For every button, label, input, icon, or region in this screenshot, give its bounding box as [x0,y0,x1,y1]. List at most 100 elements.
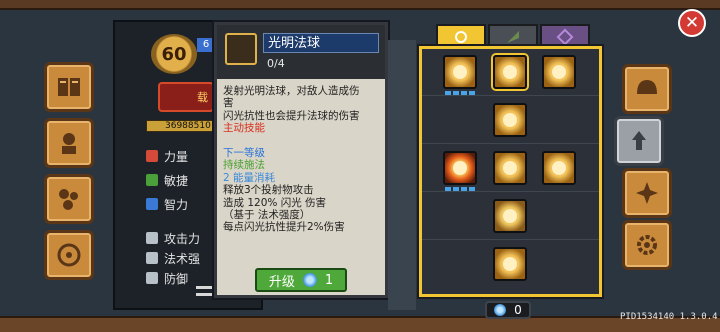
description-line: 害 [223,97,234,110]
title-banner-text: 载 [197,91,208,104]
cog-glyph [637,235,657,255]
sword-icon [146,232,158,244]
skill-tree [419,46,602,297]
close-button[interactable]: ✕ [678,9,706,37]
tab-nature[interactable] [488,24,538,48]
stat-intelligence[interactable]: 智力 [146,194,214,214]
stat-label: 防御 [164,271,189,286]
description-line: 发射光明法球，对敌人造成伤 [223,85,360,97]
book-icon[interactable] [44,62,94,112]
character-icon[interactable] [44,118,94,168]
sunburst-icon [503,113,517,127]
wheel-icon[interactable] [44,230,94,280]
tab-shadow[interactable] [540,24,590,48]
shield-icon [146,272,158,284]
skill-node-holy-shield[interactable] [542,151,576,185]
radiance-icon [503,161,517,175]
tree-row [422,97,599,144]
exp-bar: 36988510 [146,120,214,132]
description-line: 闪光抗性也会提升法球的伤害 [223,109,360,122]
stat-label: 法术强 [164,251,201,266]
gem-counter: 0 [485,301,531,319]
vortex-icon [503,257,517,271]
light-orb-icon [503,65,517,79]
fist-icon [146,150,158,162]
gear-cluster-icon[interactable] [44,174,94,224]
description-line: 主动技能 [223,122,265,135]
emblem-icon[interactable] [622,168,672,218]
stat-label: 力量 [164,149,189,164]
arrows-glyph [632,131,646,150]
wheel-glyph [57,243,81,267]
upgrade-button[interactable]: 升级 1 [255,268,347,292]
stat-agility[interactable]: 敏捷 [146,170,214,190]
drawer-handle-icon[interactable] [196,286,214,296]
panel-divider [388,40,416,310]
exp-value: 36988510 [165,121,211,131]
gem-icon [302,273,317,287]
helmet-glyph [637,80,657,94]
skill-pips [445,91,475,95]
stat-label: 攻击力 [164,231,201,246]
gear-cluster-glyph [59,189,78,210]
title-banner: 载 [158,82,214,112]
skill-tooltip: 光明法球 0/4 发射光明法球，对敌人造成伤害闪光抗性也会提升法球的伤害 主动技能… [214,22,388,298]
skill-node-radiance[interactable] [493,151,527,185]
light-orb-skill-icon [225,33,257,65]
wand-icon [146,252,158,264]
stat-label: 智力 [164,197,189,212]
tree-row [422,145,599,192]
character-glyph [62,133,76,154]
description-line: 下一等级 [223,147,265,160]
bottom-frame [0,316,720,332]
gem-count: 0 [514,303,522,317]
burst-icon [453,65,467,79]
description-line: 释放3个投射物攻击 [223,184,314,197]
guardian-icon [503,209,517,223]
upgrade-cost: 1 [324,272,334,288]
top-frame [0,0,720,10]
cross-icon [552,65,566,79]
tab-light[interactable] [436,24,486,48]
feather-icon [146,174,158,186]
scroll-icon [146,198,158,210]
skill-node-light-orb[interactable] [493,55,527,89]
shadow-icon [556,28,574,46]
skill-upgrade-icon[interactable] [614,116,664,166]
upgrade-label: 升级 [268,274,295,290]
skill-progress: 0/4 [267,57,285,70]
description-line: 每点闪光抗性提升2%伤害 [223,221,345,234]
tree-row [422,241,599,288]
level-badge: 60 [151,34,197,74]
holy-shield-icon [552,161,566,175]
description-line: 2 能量消耗 [223,171,276,184]
leaf-icon [507,31,519,43]
description-line [223,135,381,147]
book-glyph [58,78,80,96]
gem-icon [494,304,507,316]
stat-attack[interactable]: 攻击力 [146,228,214,248]
description-line: 造成 120% 闪光 伤害 [223,196,327,209]
stat-label: 敏捷 [164,173,189,188]
stat-defense[interactable]: 防御 [146,268,214,288]
skill-node-sunburst[interactable] [493,103,527,137]
description-line: 持续施法 [223,159,265,172]
tree-row [422,49,599,96]
cog-icon[interactable] [622,220,672,270]
skill-node-guardian[interactable] [493,199,527,233]
skill-node-vortex[interactable] [493,247,527,281]
description-line: （基于 法术强度） [223,209,311,222]
skill-name: 光明法球 [263,33,379,53]
skill-pips [445,187,475,191]
sun-icon [455,31,467,43]
skill-node-burst[interactable] [443,55,477,89]
skill-node-flame[interactable] [443,151,477,185]
helmet-icon[interactable] [622,64,672,114]
emblem-glyph [636,182,658,204]
skill-node-cross[interactable] [542,55,576,89]
tooltip-header: 光明法球 0/4 [217,25,385,79]
stat-spell-power[interactable]: 法术强 [146,248,214,268]
flame-icon [453,161,467,175]
stat-strength[interactable]: 力量 [146,146,214,166]
skill-description: 发射光明法球，对敌人造成伤害闪光抗性也会提升法球的伤害 主动技能 下一等级 持续施法… [223,85,381,234]
